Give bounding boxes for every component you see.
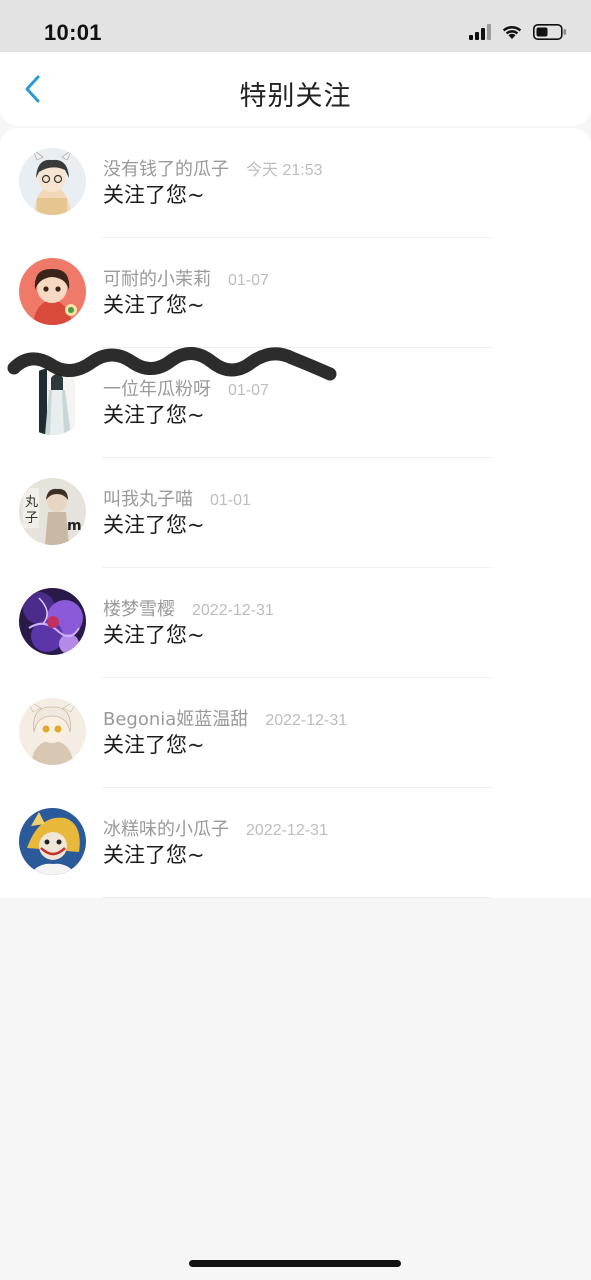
item-header: 可耐的小茉莉 01-07: [103, 265, 269, 291]
follow-message: 关注了您~: [103, 513, 205, 537]
list-item[interactable]: 没有钱了的瓜子 今天 21:53 关注了您~: [0, 128, 591, 238]
signal-icon: [469, 24, 491, 40]
avatar[interactable]: [19, 368, 86, 435]
avatar[interactable]: [19, 588, 86, 655]
divider: [102, 897, 491, 898]
svg-text:子: 子: [25, 511, 38, 526]
follower-list: 没有钱了的瓜子 今天 21:53 关注了您~ 可耐的小茉莉 01-07 关注了您…: [0, 128, 591, 898]
user-name[interactable]: 一位年瓜粉呀: [103, 375, 211, 401]
list-item[interactable]: 一位年瓜粉呀 01-07 关注了您~: [0, 348, 591, 458]
svg-text:丸: 丸: [25, 495, 38, 510]
battery-icon: [533, 24, 566, 40]
user-name[interactable]: 冰糕味的小瓜子: [103, 815, 229, 841]
follow-time: 今天 21:53: [246, 162, 323, 179]
follow-time: 01-07: [228, 382, 269, 399]
svg-text:m: m: [67, 518, 82, 534]
follow-time: 2022-12-31: [192, 602, 274, 619]
avatar[interactable]: [19, 808, 86, 875]
status-time: 10:01: [44, 20, 102, 45]
item-header: 叫我丸子喵 01-01: [103, 485, 251, 511]
follow-time: 2022-12-31: [265, 712, 348, 729]
list-item[interactable]: 丸 子 m 叫我丸子喵 01-01 关注了您~: [0, 458, 591, 568]
item-header: Begonia姬蓝温甜 2022-12-31: [103, 705, 347, 731]
list-item[interactable]: 楼梦雪樱 2022-12-31 关注了您~: [0, 568, 591, 678]
wifi-icon: [502, 25, 522, 39]
follow-time: 2022-12-31: [246, 822, 328, 839]
user-name[interactable]: 叫我丸子喵: [103, 485, 193, 511]
item-header: 冰糕味的小瓜子 2022-12-31: [103, 815, 328, 841]
follow-message: 关注了您~: [103, 183, 205, 207]
home-indicator[interactable]: [189, 1260, 401, 1267]
item-header: 楼梦雪樱 2022-12-31: [103, 595, 274, 621]
nav-bar: 特别关注: [0, 52, 591, 126]
user-name[interactable]: 可耐的小茉莉: [103, 265, 211, 291]
user-name[interactable]: 楼梦雪樱: [103, 595, 175, 621]
list-item[interactable]: Begonia姬蓝温甜 2022-12-31 关注了您~: [0, 678, 591, 788]
status-icons: [469, 24, 567, 40]
page-title: 特别关注: [239, 81, 352, 112]
user-name[interactable]: Begonia姬蓝温甜: [103, 705, 248, 731]
follow-time: 01-07: [228, 272, 269, 289]
follow-message: 关注了您~: [103, 623, 205, 647]
avatar[interactable]: [19, 258, 86, 325]
list-item[interactable]: 可耐的小茉莉 01-07 关注了您~: [0, 238, 591, 348]
follow-message: 关注了您~: [103, 843, 205, 867]
avatar[interactable]: [19, 148, 86, 215]
screen: 10:01 特别关注 没有钱了的瓜子 今天 21:53 关注了您~ 可耐的小茉莉…: [0, 0, 591, 1280]
follow-message: 关注了您~: [103, 293, 205, 317]
status-bar: 10:01: [0, 0, 591, 52]
list-item[interactable]: 冰糕味的小瓜子 2022-12-31 关注了您~: [0, 788, 591, 898]
avatar[interactable]: 丸 子 m: [19, 478, 86, 545]
item-header: 一位年瓜粉呀 01-07: [103, 375, 269, 401]
user-name[interactable]: 没有钱了的瓜子: [103, 155, 229, 181]
follow-message: 关注了您~: [103, 733, 205, 757]
follow-time: 01-01: [210, 492, 251, 509]
avatar[interactable]: [19, 698, 86, 765]
follow-message: 关注了您~: [103, 403, 205, 427]
item-header: 没有钱了的瓜子 今天 21:53: [103, 155, 323, 181]
